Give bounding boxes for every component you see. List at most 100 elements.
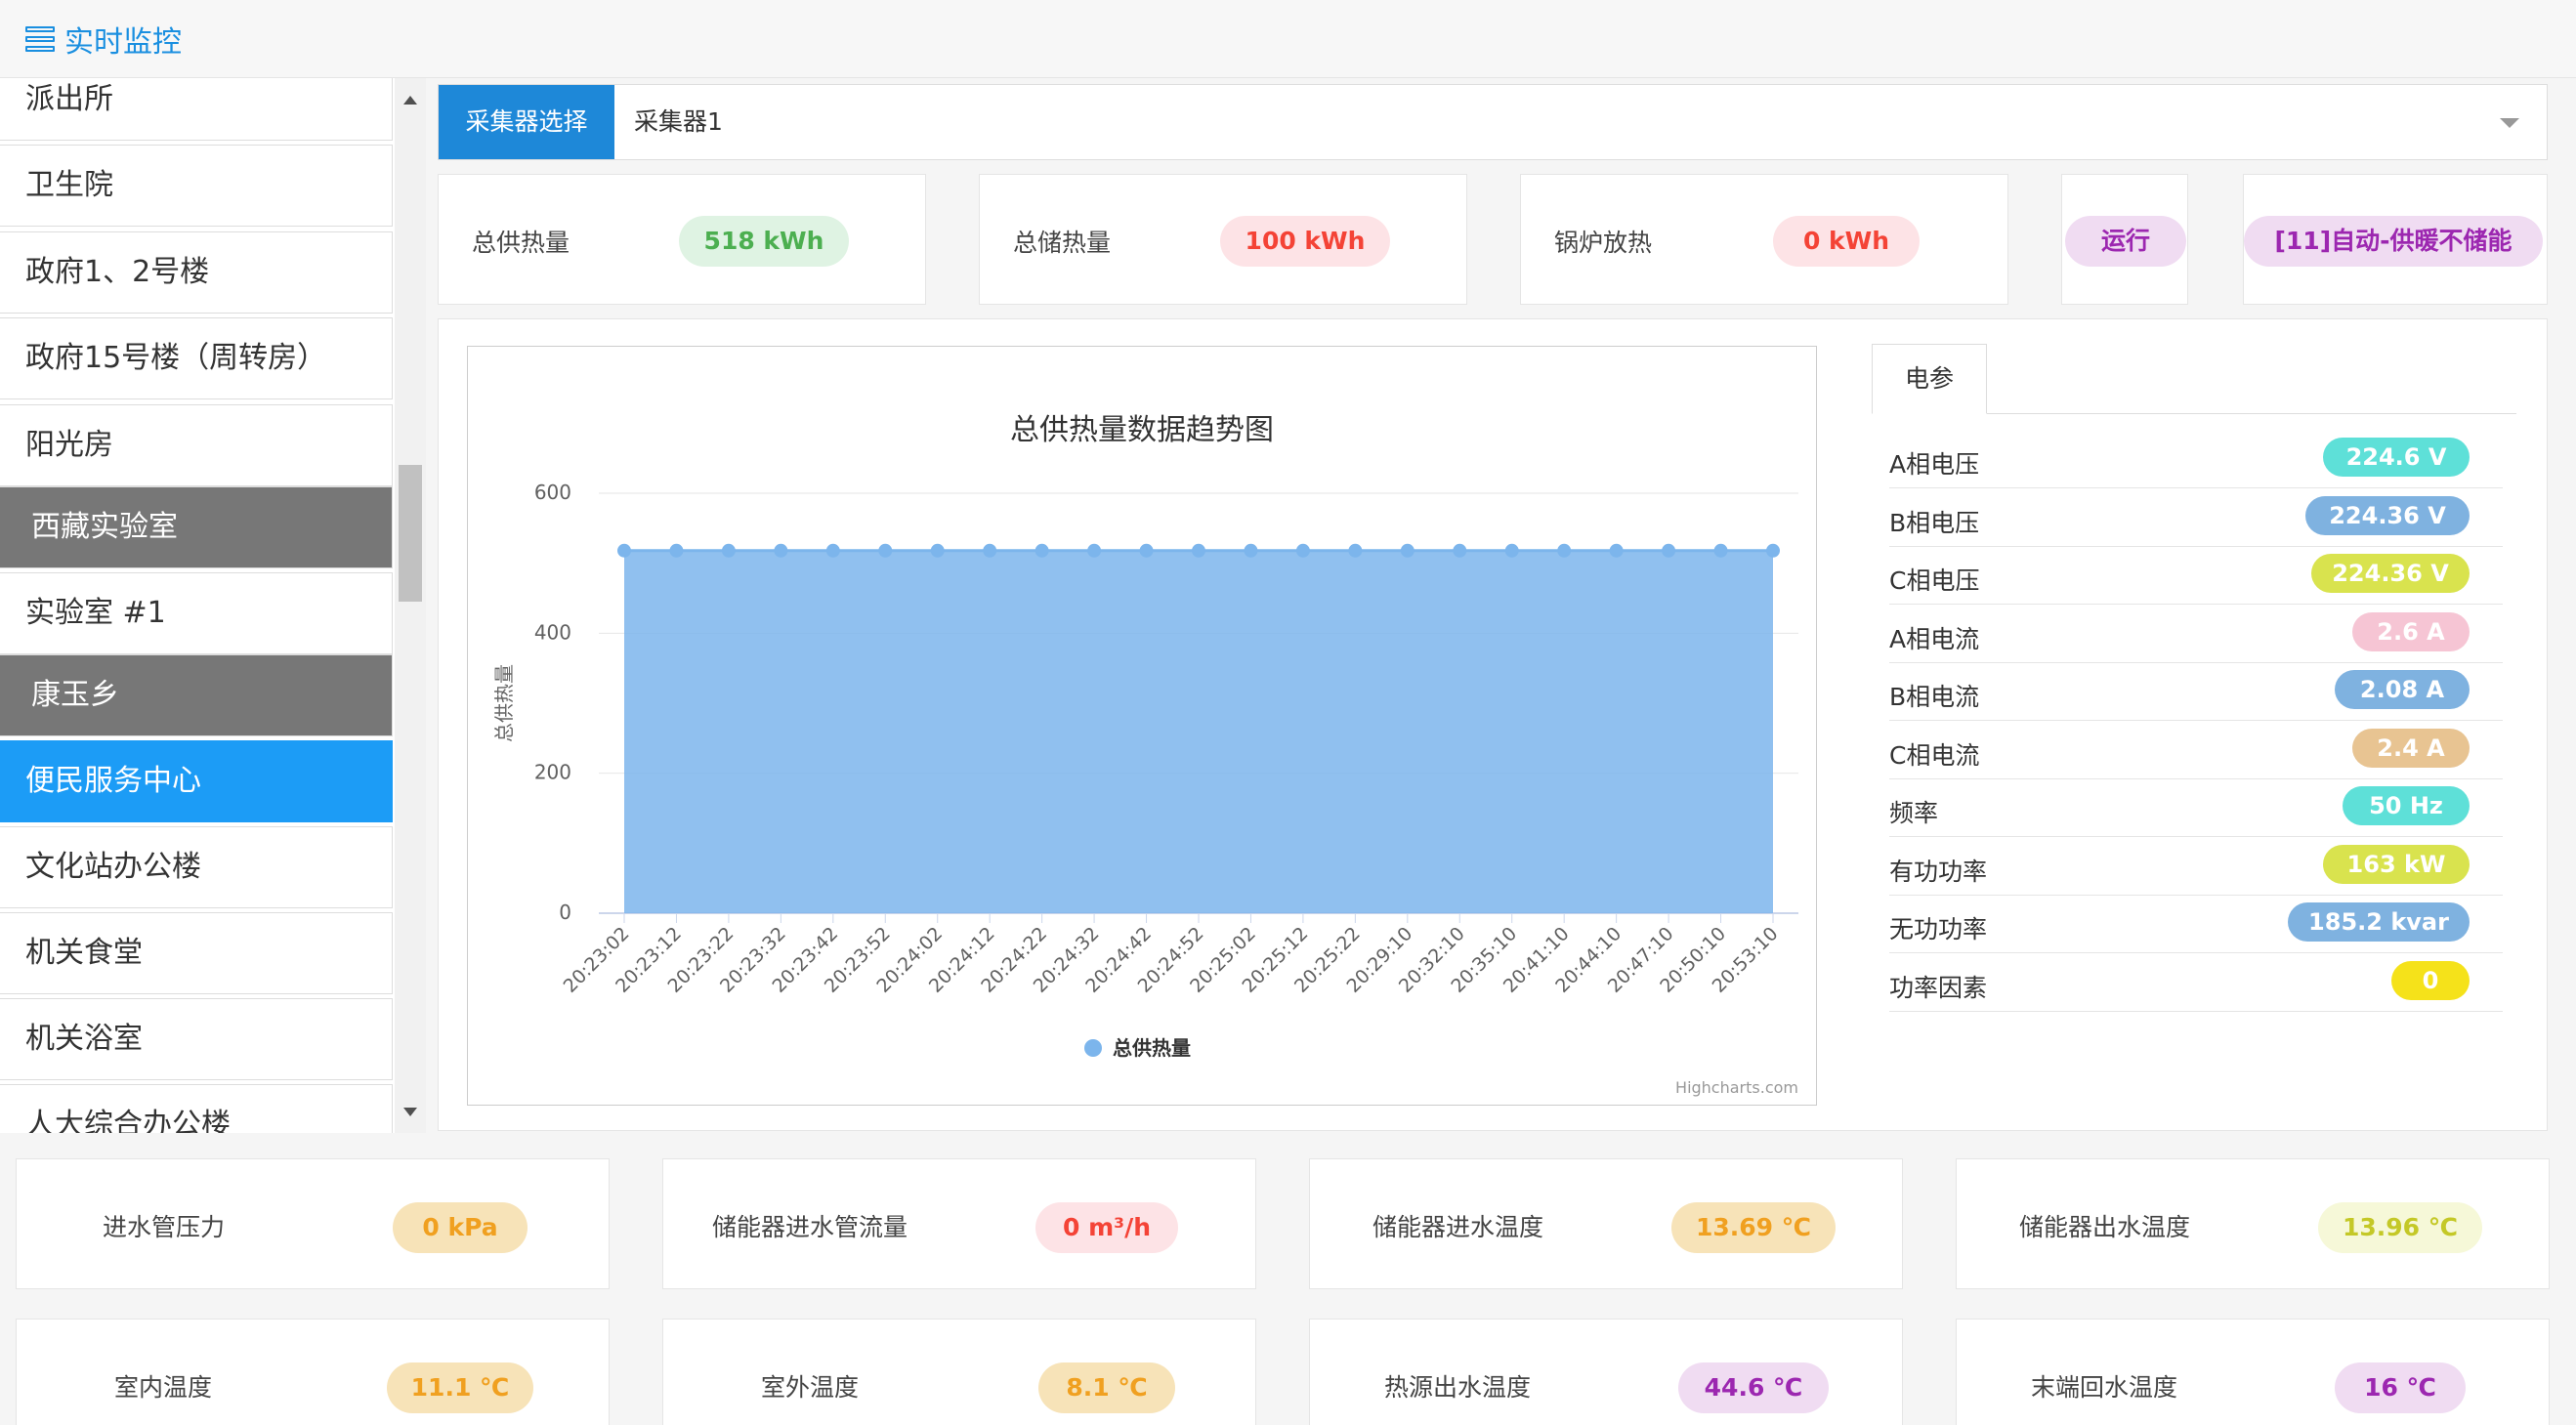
- mode-badge: [11]自动-供暖不储能: [2244, 216, 2543, 267]
- sidebar-item-police[interactable]: 派出所: [0, 78, 393, 141]
- sidebar-scrollbar[interactable]: [395, 78, 426, 1133]
- chart-credits[interactable]: Highcharts.com: [1675, 1078, 1798, 1097]
- sensor-card: 热源出水温度 44.6 ℃: [1309, 1319, 1903, 1425]
- collector-select[interactable]: 采集器选择 采集器1: [438, 84, 2548, 160]
- sensor-card: 室内温度 11.1 ℃: [16, 1319, 610, 1425]
- data-point: [1348, 543, 1363, 558]
- electric-param-value: 2.4 A: [2352, 728, 2470, 768]
- chart-title: 总供热量数据趋势图: [1010, 413, 1274, 447]
- stat-boiler: 锅炉放热 0 kWh: [1520, 174, 2008, 305]
- electric-param-name: 功率因素: [1889, 973, 1988, 1002]
- sidebar-item-gov-building-15[interactable]: 政府15号楼（周转房）: [0, 317, 393, 399]
- data-point: [1713, 543, 1728, 558]
- sidebar-item-clinic[interactable]: 卫生院: [0, 145, 393, 227]
- chevron-down-icon[interactable]: [2500, 118, 2519, 128]
- stat-total-storage: 总储热量 100 kWh: [979, 174, 1467, 305]
- data-point: [721, 543, 736, 558]
- header-title-link[interactable]: 实时监控: [25, 18, 182, 61]
- sidebar-item-canteen[interactable]: 机关食堂: [0, 912, 393, 994]
- data-point: [1035, 543, 1049, 558]
- sensor-value: 13.96 ℃: [2318, 1202, 2482, 1253]
- data-point: [930, 543, 945, 558]
- stat-mode: [11]自动-供暖不储能: [2243, 174, 2548, 305]
- electric-param-row: C相电流 2.4 A: [1889, 721, 2503, 779]
- electric-param-name: B相电压: [1889, 508, 1980, 537]
- sensor-card: 储能器进水管流量 0 m³/h: [662, 1158, 1256, 1289]
- electric-param-row: B相电压 224.36 V: [1889, 488, 2503, 547]
- header-title: 实时监控: [64, 25, 182, 60]
- electric-param-name: 无功功率: [1889, 915, 1988, 943]
- y-tick-label: 0: [559, 901, 571, 924]
- sensor-value: 16 ℃: [2335, 1362, 2466, 1413]
- stat-status: 运行: [2061, 174, 2188, 305]
- stat-total-supply: 总供热量 518 kWh: [438, 174, 926, 305]
- sensor-value: 11.1 ℃: [387, 1362, 533, 1413]
- sensor-card: 末端回水温度 16 ℃: [1956, 1319, 2550, 1425]
- sidebar-item-culture-office[interactable]: 文化站办公楼: [0, 826, 393, 908]
- y-tick-label: 200: [534, 761, 571, 784]
- sensor-label: 室内温度: [114, 1373, 213, 1402]
- stat-total-supply-label: 总供热量: [472, 229, 570, 257]
- sidebar-item-gov-building-1-2[interactable]: 政府1、2号楼: [0, 231, 393, 314]
- data-point: [878, 543, 893, 558]
- area-fill: [624, 550, 1773, 913]
- electric-param-row: C相电压 224.36 V: [1889, 546, 2503, 605]
- scroll-up-icon[interactable]: [403, 96, 417, 105]
- legend-item: 总供热量: [1113, 1036, 1191, 1060]
- sidebar-group-kangyu[interactable]: 康玉乡: [0, 654, 393, 736]
- electric-param-value: 50 Hz: [2343, 786, 2470, 825]
- electric-param-value: 224.36 V: [2305, 495, 2470, 535]
- sidebar-item-lab-1[interactable]: 实验室 #1: [0, 572, 393, 654]
- electric-param-row: 频率 50 Hz: [1889, 778, 2503, 837]
- data-point: [1139, 543, 1154, 558]
- collector-select-label: 采集器选择: [439, 85, 614, 159]
- sidebar-item-bathroom[interactable]: 机关浴室: [0, 998, 393, 1080]
- electric-param-row: 有功功率 163 kW: [1889, 837, 2503, 896]
- sensor-label: 储能器出水温度: [2019, 1213, 2191, 1241]
- trend-chart[interactable]: 总供热量数据趋势图 0 200 400 600 总供热量 20:23:02 20:23:12 2…: [467, 346, 1817, 1106]
- data-point: [1504, 543, 1519, 558]
- sidebar-item-npc-office[interactable]: 人大综合办公楼: [0, 1084, 393, 1133]
- trend-chart-svg: 总供热量数据趋势图0200400600总供热量20:23:0220:23:122…: [492, 413, 1798, 1060]
- y-tick-label: 600: [534, 481, 571, 504]
- y-tick-label: 400: [534, 620, 571, 644]
- data-point: [669, 543, 684, 558]
- tab-electric[interactable]: 电参: [1872, 344, 1987, 414]
- sidebar[interactable]: 派出所 卫生院 政府1、2号楼 政府15号楼（周转房） 阳光房 西藏实验室 实验…: [0, 78, 395, 1133]
- electric-param-name: 有功功率: [1889, 857, 1988, 886]
- sensor-value: 0 m³/h: [1035, 1202, 1178, 1253]
- data-point: [825, 543, 840, 558]
- sensor-card: 室外温度 8.1 ℃: [662, 1319, 1256, 1425]
- stat-total-storage-value: 100 kWh: [1220, 216, 1390, 267]
- y-axis-title: 总供热量: [492, 664, 516, 742]
- data-point: [1662, 543, 1676, 558]
- sidebar-item-service-center[interactable]: 便民服务中心: [0, 740, 393, 822]
- top-header: 实时监控: [0, 0, 2576, 78]
- stat-total-supply-value: 518 kWh: [679, 216, 849, 267]
- data-point: [1295, 543, 1310, 558]
- data-point: [774, 543, 788, 558]
- data-point: [617, 543, 631, 558]
- scroll-down-icon[interactable]: [403, 1108, 417, 1116]
- electric-param-value: 163 kW: [2323, 844, 2470, 884]
- data-point: [1557, 543, 1572, 558]
- status-badge: 运行: [2065, 216, 2186, 267]
- electric-param-name: C相电压: [1889, 566, 1980, 595]
- electric-param-name: B相电流: [1889, 683, 1980, 711]
- electric-param-row: A相电压 224.6 V: [1889, 430, 2503, 488]
- sidebar-group-tibet-lab[interactable]: 西藏实验室: [0, 486, 393, 568]
- sensor-label: 储能器进水温度: [1372, 1213, 1544, 1241]
- sensor-value: 0 kPa: [393, 1202, 528, 1253]
- collector-select-value[interactable]: 采集器1: [634, 85, 723, 159]
- sensor-label: 热源出水温度: [1384, 1373, 1532, 1402]
- data-point: [1400, 543, 1415, 558]
- menu-icon: [25, 26, 55, 52]
- data-point: [1192, 543, 1205, 558]
- electric-param-name: A相电压: [1889, 450, 1980, 479]
- sensor-value: 13.69 ℃: [1671, 1202, 1836, 1253]
- sensor-label: 室外温度: [761, 1373, 860, 1402]
- sensor-card: 进水管压力 0 kPa: [16, 1158, 610, 1289]
- scrollbar-thumb[interactable]: [399, 465, 422, 602]
- sensor-value: 8.1 ℃: [1038, 1362, 1175, 1413]
- sidebar-item-sunroom[interactable]: 阳光房: [0, 404, 393, 486]
